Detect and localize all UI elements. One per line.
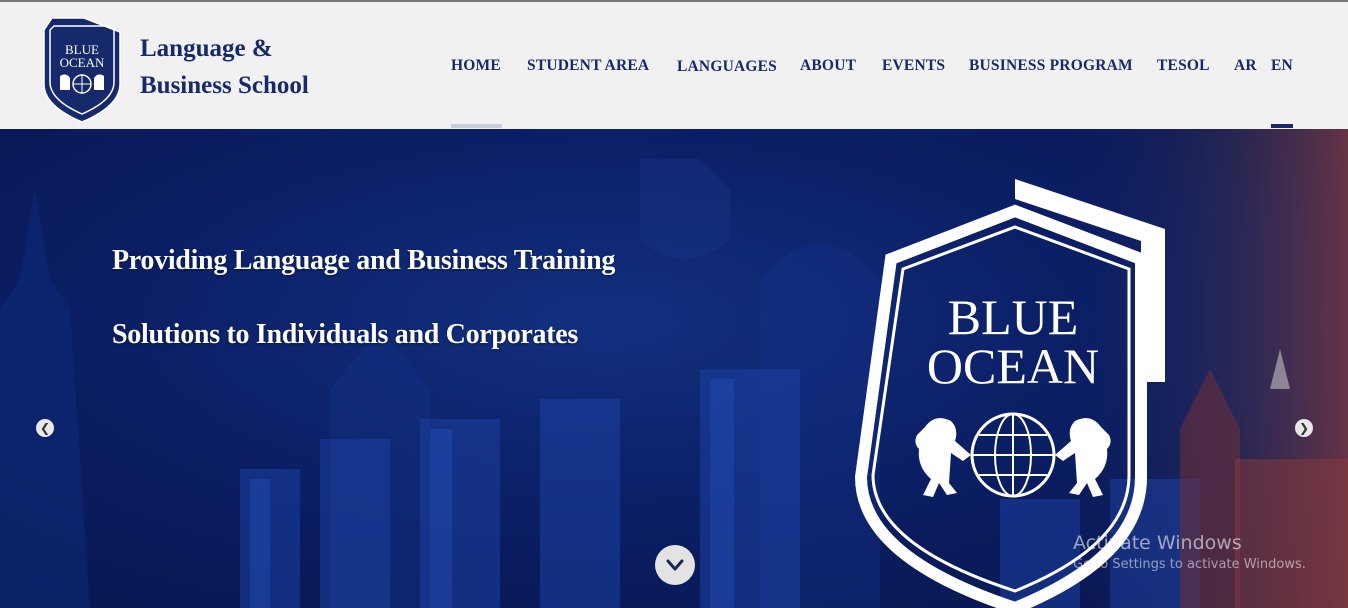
shield-text-line2: OCEAN: [927, 338, 1099, 394]
nav-home[interactable]: HOME: [451, 57, 501, 75]
nav-events[interactable]: EVENTS: [882, 57, 945, 75]
chevron-right-icon: ❯: [1298, 421, 1310, 435]
globe-icon: [970, 412, 1056, 498]
nav-about[interactable]: ABOUT: [800, 57, 856, 75]
slider-next-button[interactable]: ❯: [1295, 419, 1313, 437]
activate-windows-title: Activate Windows: [1073, 532, 1242, 554]
site-header: BLUE OCEAN Language & Business School HO…: [0, 0, 1348, 129]
chevron-left-icon: ❮: [39, 421, 51, 435]
slider-prev-button[interactable]: ❮: [36, 419, 54, 437]
nav-tesol[interactable]: TESOL: [1157, 57, 1210, 75]
hero-headline-line1: Providing Language and Business Training: [112, 245, 616, 276]
hero-headline-line2: Solutions to Individuals and Corporates: [112, 319, 578, 350]
lang-ar[interactable]: AR: [1234, 57, 1257, 75]
nav-student-area[interactable]: STUDENT AREA: [527, 57, 649, 75]
nav-business-program[interactable]: BUSINESS PROGRAM: [969, 57, 1133, 75]
hero-slider: Providing Language and Business Training…: [0, 129, 1348, 608]
lion-right-icon: [1055, 418, 1111, 497]
lang-en-indicator: [1271, 124, 1293, 128]
scroll-down-button[interactable]: [655, 545, 695, 585]
lang-en[interactable]: EN: [1271, 57, 1293, 75]
nav-languages[interactable]: LANGUAGES: [677, 58, 777, 76]
lion-left-icon: [915, 418, 971, 497]
chevron-down-icon: [666, 559, 684, 571]
main-nav: HOME STUDENT AREA LANGUAGES ABOUT EVENTS…: [0, 57, 1348, 77]
nav-home-indicator: [451, 124, 502, 128]
shield-text-line1: BLUE: [948, 289, 1079, 345]
activate-windows-subtitle: Go to Settings to activate Windows.: [1073, 557, 1306, 572]
